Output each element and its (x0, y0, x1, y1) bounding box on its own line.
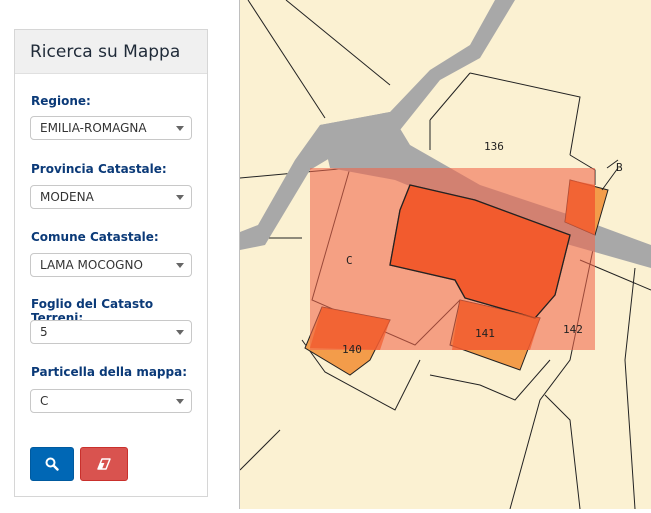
provincia-value: MODENA (40, 190, 94, 204)
comune-value: LAMA MOCOGNO (40, 258, 143, 272)
particella-value: C (40, 394, 49, 408)
chevron-down-icon (176, 263, 184, 268)
chevron-down-icon (176, 399, 184, 404)
parcel-label-142: 142 (563, 323, 583, 336)
particella-label: Particella della mappa: (31, 365, 187, 379)
comune-label: Comune Catastale: (31, 230, 159, 244)
map-canvas: 136 B C 140 141 142 (239, 0, 651, 510)
regione-select[interactable]: EMILIA-ROMAGNA (30, 116, 192, 140)
foglio-value: 5 (40, 325, 48, 339)
parcel-label-136: 136 (484, 140, 504, 153)
panel-title: Ricerca su Mappa (15, 30, 207, 74)
parcel-label-140: 140 (342, 343, 362, 356)
search-button[interactable] (30, 447, 74, 481)
foglio-select[interactable]: 5 (30, 320, 192, 344)
chevron-down-icon (176, 195, 184, 200)
parcel-label-b: B (616, 161, 623, 174)
parcel-label-c: C (346, 254, 353, 267)
search-icon (45, 457, 59, 471)
regione-value: EMILIA-ROMAGNA (40, 121, 147, 135)
provincia-label: Provincia Catastale: (31, 162, 167, 176)
search-panel: Ricerca su Mappa Regione: EMILIA-ROMAGNA… (14, 29, 208, 497)
reset-button[interactable] (80, 447, 128, 481)
comune-select[interactable]: LAMA MOCOGNO (30, 253, 192, 277)
chevron-down-icon (176, 330, 184, 335)
regione-label: Regione: (31, 94, 91, 108)
parcel-label-141: 141 (475, 327, 495, 340)
particella-select[interactable]: C (30, 389, 192, 413)
provincia-select[interactable]: MODENA (30, 185, 192, 209)
cadastral-map[interactable]: 136 B C 140 141 142 (239, 0, 651, 510)
chevron-down-icon (176, 126, 184, 131)
eraser-icon (97, 458, 111, 470)
